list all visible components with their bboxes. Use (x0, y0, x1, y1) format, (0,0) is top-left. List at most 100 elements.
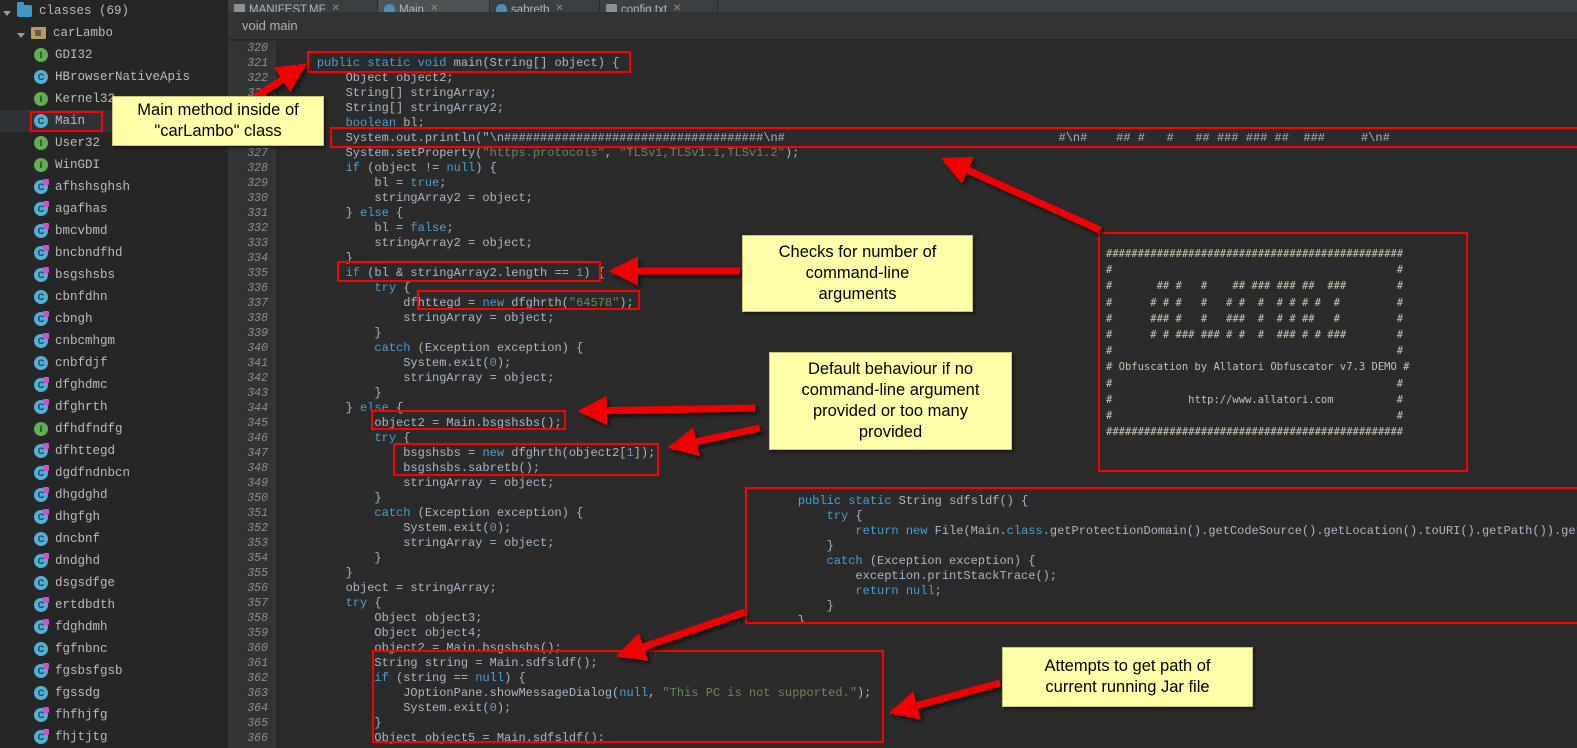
code-fold-margin[interactable] (275, 41, 288, 748)
tree-item-fgssdg[interactable]: Cfgssdg (0, 682, 228, 704)
tree-item-dgdfndnbcn[interactable]: Cdgdfndnbcn (0, 462, 228, 484)
tree-item-fhjtjtg[interactable]: Cfhjtjtg (0, 726, 228, 748)
tree-item-dfhdfndfg[interactable]: Idfhdfndfg (0, 418, 228, 440)
close-icon[interactable]: ✕ (332, 3, 340, 13)
tree-item-label: dhgdghd (55, 488, 108, 502)
tree-node-carlambo[interactable]: carLambo (0, 22, 228, 44)
tree-item-label: afhshsghsh (55, 180, 131, 194)
tree-item-dhgfgh[interactable]: Cdhgfgh (0, 506, 228, 528)
class-icon: C (34, 399, 49, 414)
editor-tab-main[interactable]: Main ✕ (378, 0, 490, 12)
class-icon: C (34, 642, 48, 656)
code-line[interactable]: } (288, 716, 1577, 731)
tree-item-cnbcmhgm[interactable]: Ccnbcmhgm (0, 330, 228, 352)
class-icon: C (34, 267, 49, 282)
tree-item-fgsbsfgsb[interactable]: Cfgsbsfgsb (0, 660, 228, 682)
screenshot-root: classes (69) carLambo I GDI32 C HBrowserNat… (0, 0, 1577, 748)
tree-item-cnbfdjf[interactable]: Ccnbfdjf (0, 352, 228, 374)
note-text: Attempts to get path of current running J… (1044, 657, 1211, 696)
editor-tab-config-txt[interactable]: config.txt ✕ (600, 0, 718, 12)
tree-item-bsgshsbs[interactable]: Cbsgshsbs (0, 264, 228, 286)
code-line[interactable]: Object object2; (288, 71, 1577, 86)
line-number: 365 (247, 717, 268, 730)
tree-item-ertdbdth[interactable]: Certdbdth (0, 594, 228, 616)
tree-item-hbrowsernativeapis[interactable]: C HBrowserNativeApis (0, 66, 228, 88)
close-icon[interactable]: ✕ (555, 3, 563, 13)
interface-icon: I (34, 92, 48, 106)
tree-item-label: fhfhjfg (55, 708, 108, 722)
line-number: 358 (247, 612, 268, 625)
tree-item-agafhas[interactable]: Cagafhas (0, 198, 228, 220)
code-line[interactable]: } else { (288, 206, 1577, 221)
tree-item-label: bsgshsbs (55, 268, 116, 282)
code-line[interactable]: Object object5 = Main.sdfsldf(); (288, 731, 1577, 746)
tree-item-dsgsdfge[interactable]: Cdsgsdfge (0, 572, 228, 594)
tree-item-cbngh[interactable]: Ccbngh (0, 308, 228, 330)
tree-item-dncbnf[interactable]: Cdncbnf (0, 528, 228, 550)
editor-tab-sabretb[interactable]: sabretb ✕ (490, 0, 600, 12)
tree-item-bmcvbmd[interactable]: Cbmcvbmd (0, 220, 228, 242)
chevron-down-icon[interactable] (18, 28, 29, 39)
tree-item-wingdi[interactable]: I WinGDI (0, 154, 228, 176)
code-line[interactable]: object2 = Main.bsgshsbs(); (288, 641, 1577, 656)
note-text: Default behaviour if no command-line argu… (801, 360, 980, 441)
line-number: 338 (247, 312, 268, 325)
tree-item-dfhttegd[interactable]: Cdfhttegd (0, 440, 228, 462)
breadcrumb: void main (228, 12, 1577, 40)
tree-item-label: HBrowserNativeApis (55, 70, 191, 84)
class-icon: C (34, 311, 49, 326)
class-icon: C (34, 465, 49, 480)
line-number: 352 (247, 522, 268, 535)
tree-item-dndghd[interactable]: Cdndghd (0, 550, 228, 572)
tree-item-cbnfdhn[interactable]: Ccbnfdhn (0, 286, 228, 308)
interface-icon: I (34, 158, 48, 172)
code-line[interactable]: String[] stringArray2; (288, 101, 1577, 116)
class-icon: C (34, 729, 49, 744)
code-line[interactable]: Object object4; (288, 626, 1577, 641)
editor-tab-strip[interactable]: MANIFEST.MF ✕ Main ✕ sabretb ✕ config.txt ✕ (228, 0, 1577, 12)
code-line[interactable]: String[] stringArray; (288, 86, 1577, 101)
line-number: 360 (247, 642, 268, 655)
tree-item-fgfnbnc[interactable]: Cfgfnbnc (0, 638, 228, 660)
tree-node-classes[interactable]: classes (69) (0, 0, 228, 22)
code-line[interactable]: public static void main(String[] object)… (288, 56, 1577, 71)
tree-item-label: agafhas (55, 202, 108, 216)
line-number: 327 (247, 147, 268, 160)
code-line[interactable]: System.out.println("\n##################… (288, 131, 1577, 146)
note-text: Checks for number of command-line argument… (778, 243, 937, 303)
line-number-gutter: 3203213223233243253263273283293303313323… (228, 41, 275, 748)
close-icon[interactable]: ✕ (430, 3, 438, 13)
line-number: 343 (247, 387, 268, 400)
editor-tab-manifest-mf[interactable]: MANIFEST.MF ✕ (228, 0, 378, 12)
interface-icon: I (34, 48, 48, 62)
line-number: 339 (247, 327, 268, 340)
code-line[interactable]: JOptionPane.showMessageDialog(null, "Thi… (288, 686, 1577, 701)
code-line[interactable]: System.exit(0); (288, 701, 1577, 716)
tree-item-dhgdghd[interactable]: Cdhgdghd (0, 484, 228, 506)
code-line[interactable]: stringArray2 = object; (288, 191, 1577, 206)
tree-item-dfghdmc[interactable]: Cdfghdmc (0, 374, 228, 396)
tree-item-gdi32[interactable]: I GDI32 (0, 44, 228, 66)
code-line[interactable]: if (string == null) { (288, 671, 1577, 686)
tree-item-fdghdmh[interactable]: Cfdghdmh (0, 616, 228, 638)
code-line[interactable]: bl = true; (288, 176, 1577, 191)
code-line[interactable]: if (object != null) { (288, 161, 1577, 176)
chevron-down-icon[interactable] (4, 6, 15, 17)
tree-item-afhshsghsh[interactable]: Cafhshsghsh (0, 176, 228, 198)
code-line[interactable]: String string = Main.sdfsldf(); (288, 656, 1577, 671)
code-line[interactable]: boolean bl; (288, 116, 1577, 131)
allatori-banner-text: ########################################… (1106, 248, 1410, 439)
tree-item-bncbndfhd[interactable]: Cbncbndfhd (0, 242, 228, 264)
tree-item-label: fdghdmh (55, 620, 108, 634)
code-line[interactable] (288, 41, 1577, 56)
code-line[interactable]: System.setProperty("https.protocols", "T… (288, 146, 1577, 161)
tree-item-label: dndghd (55, 554, 101, 568)
interface-icon: I (34, 136, 48, 150)
tree-item-label: cbnfdhn (55, 290, 108, 304)
line-number: 346 (247, 432, 268, 445)
class-icon: C (34, 356, 48, 370)
tree-item-fhfhjfg[interactable]: Cfhfhjfg (0, 704, 228, 726)
tree-item-dfghrth[interactable]: Cdfghrth (0, 396, 228, 418)
line-number: 361 (247, 657, 268, 670)
close-icon[interactable]: ✕ (673, 3, 681, 13)
